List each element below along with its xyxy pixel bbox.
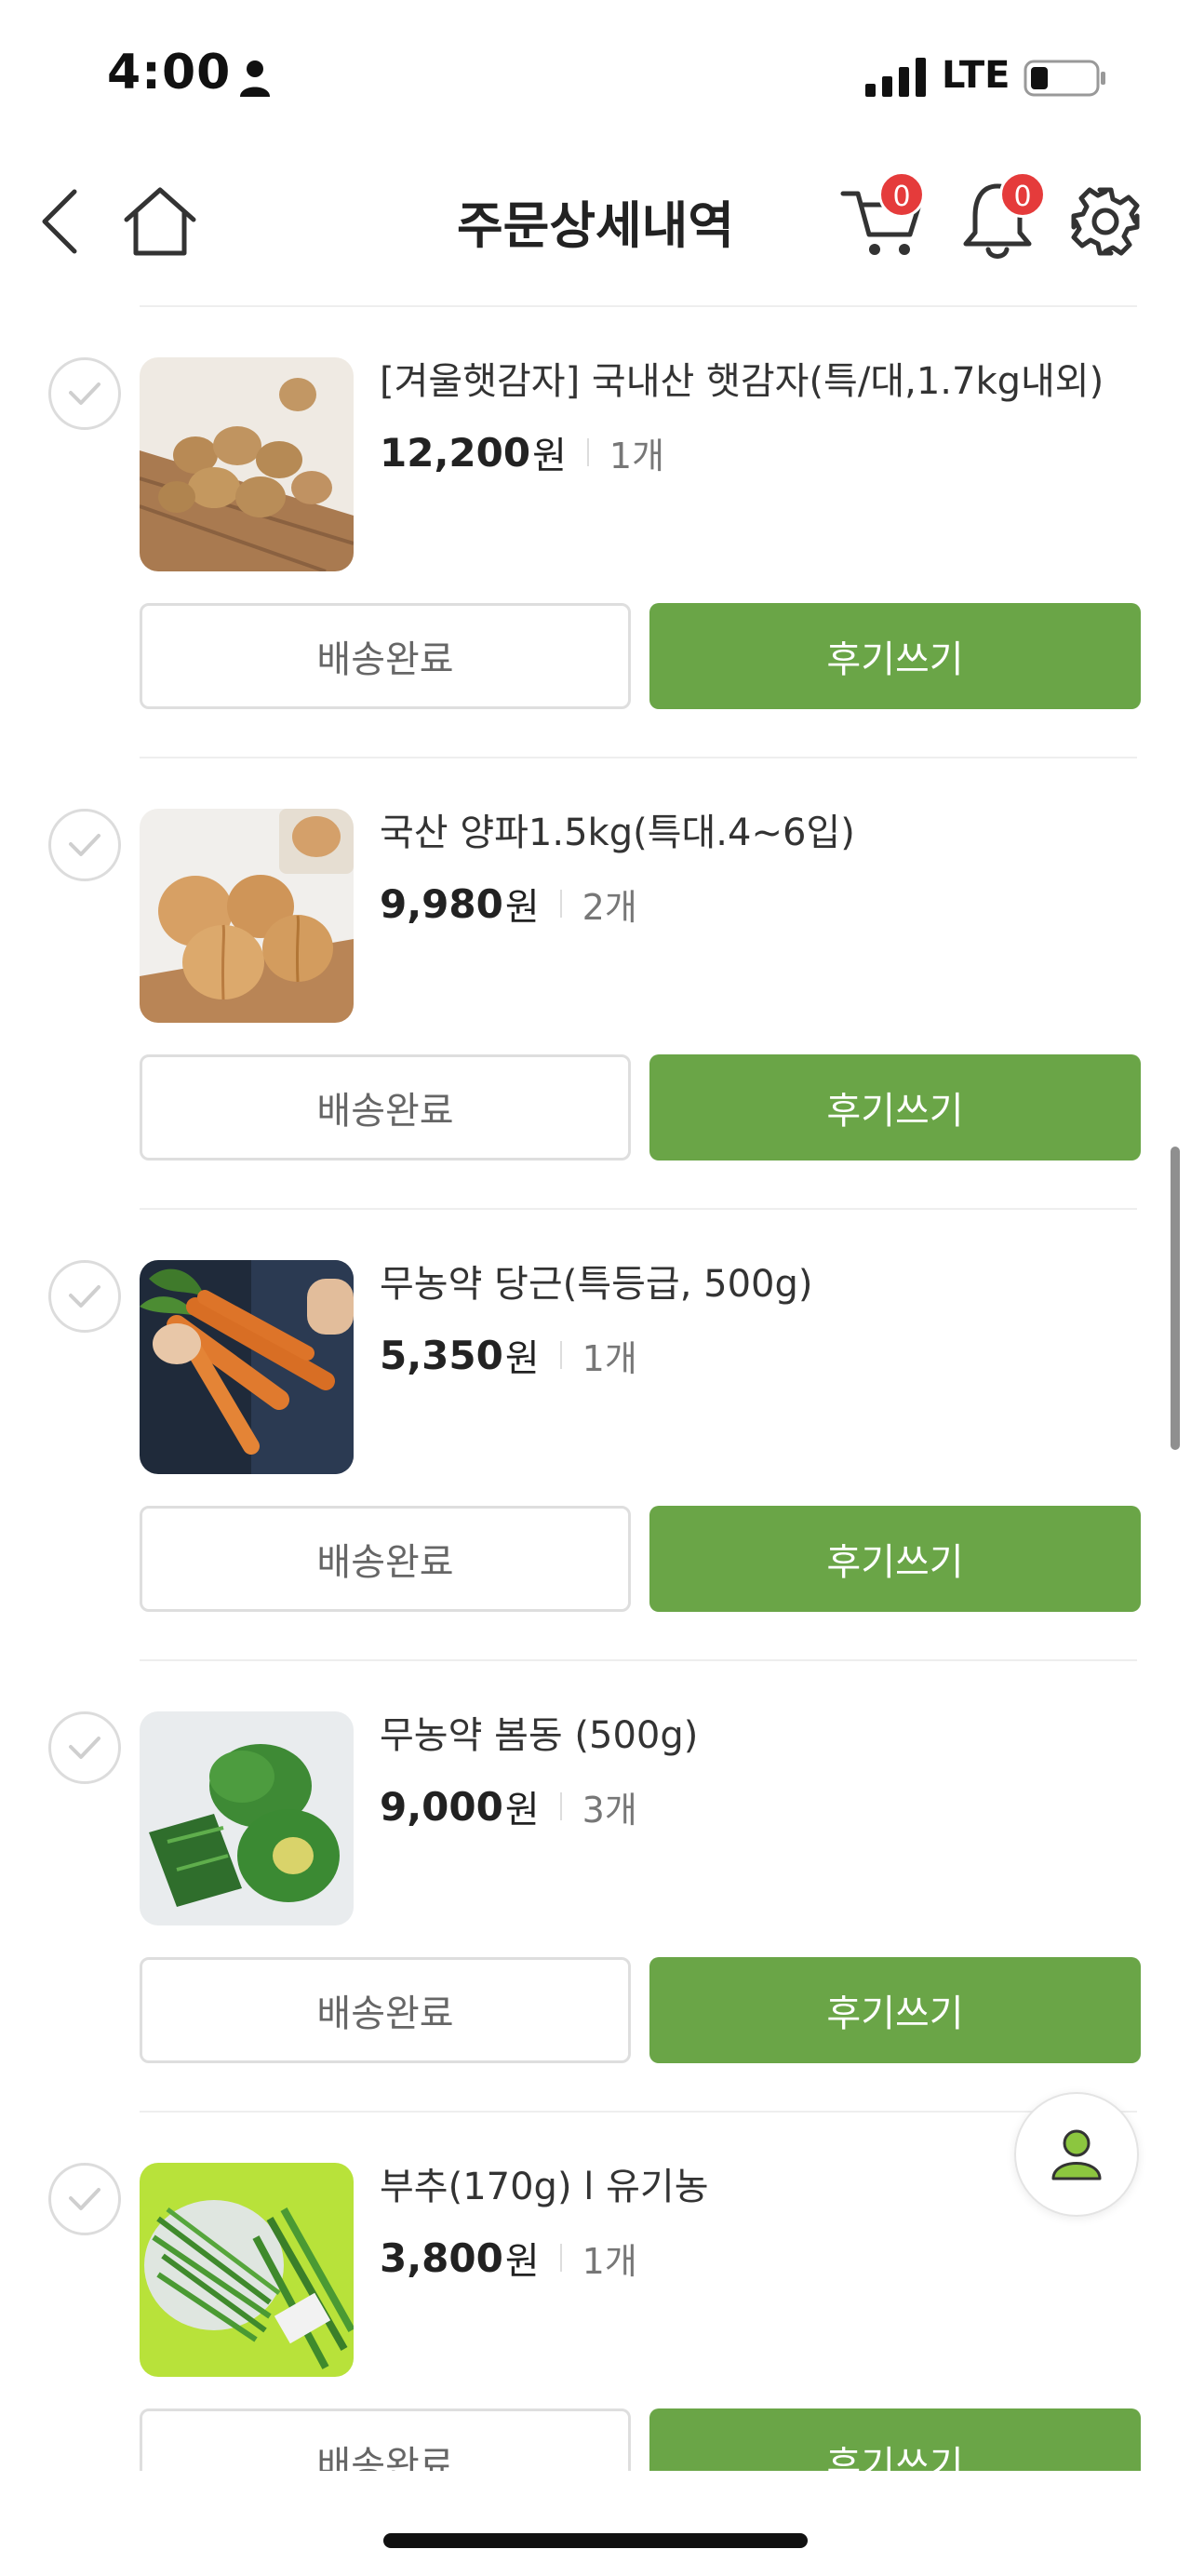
checkmark-icon: [69, 2188, 100, 2210]
item-info: [겨울햇감자] 국내산 햇감자(특/대,1.7kg내외) 12,200 원 1개: [380, 354, 1143, 482]
product-name[interactable]: 국산 양파1.5kg(특대.4~6입): [380, 805, 1143, 861]
network-type: LTE: [942, 54, 1010, 97]
product-price: 9,000: [380, 1783, 503, 1830]
product-price: 9,980: [380, 880, 503, 927]
checkmark-icon: [69, 834, 100, 856]
product-image-onions[interactable]: [140, 809, 354, 1023]
product-quantity: 1개: [582, 1337, 637, 1379]
order-item: [겨울햇감자] 국내산 햇감자(특/대,1.7kg내외) 12,200 원 1개…: [0, 307, 1191, 758]
battery-icon: [1024, 60, 1105, 97]
app-header: 주문상세내역 0 0: [0, 149, 1191, 288]
price-row: 9,000 원 3개: [380, 1777, 1143, 1836]
separator: [559, 890, 562, 918]
price-row: 5,350 원 1개: [380, 1325, 1143, 1385]
order-item-list: [겨울햇감자] 국내산 햇감자(특/대,1.7kg내외) 12,200 원 1개…: [0, 307, 1191, 2471]
checkmark-icon: [69, 1737, 100, 1759]
item-checkbox[interactable]: [48, 809, 121, 881]
product-price: 12,200: [380, 429, 531, 476]
separator: [559, 1341, 562, 1369]
price-row: 3,800 원 1개: [380, 2228, 1143, 2288]
item-info: 무농약 봄동 (500g) 9,000 원 3개: [380, 1708, 1143, 1836]
delivery-status-button[interactable]: 배송완료: [140, 1506, 631, 1612]
notification-count-badge: 0: [999, 171, 1046, 218]
write-review-button[interactable]: 후기쓰기: [649, 1506, 1141, 1612]
delivery-status-button[interactable]: 배송완료: [140, 1957, 631, 2063]
product-name[interactable]: 무농약 봄동 (500g): [380, 1708, 1143, 1764]
product-quantity: 3개: [582, 1789, 637, 1831]
order-item: 부추(170g) l 유기농 3,800 원 1개 배송완료 후기쓰기: [0, 2113, 1191, 2471]
status-time: 4:00: [107, 45, 232, 101]
item-info: 무농약 당근(특등급, 500g) 5,350 원 1개: [380, 1256, 1143, 1385]
checkmark-icon: [69, 1285, 100, 1308]
delivery-status-button[interactable]: 배송완료: [140, 1054, 631, 1161]
write-review-button[interactable]: 후기쓰기: [649, 603, 1141, 709]
separator: [559, 1792, 562, 1820]
product-quantity: 1개: [582, 2240, 637, 2282]
currency-unit: 원: [504, 886, 540, 929]
product-quantity: 1개: [609, 435, 665, 476]
write-review-button[interactable]: 후기쓰기: [649, 1957, 1141, 2063]
write-review-button[interactable]: 후기쓰기: [649, 2408, 1141, 2471]
item-info: 국산 양파1.5kg(특대.4~6입) 9,980 원 2개: [380, 805, 1143, 933]
order-item: 무농약 봄동 (500g) 9,000 원 3개 배송완료 후기쓰기: [0, 1661, 1191, 2113]
item-checkbox[interactable]: [48, 1260, 121, 1333]
separator: [586, 438, 589, 466]
currency-unit: 원: [532, 435, 567, 477]
checkmark-icon: [69, 382, 100, 405]
profile-button[interactable]: [1014, 2092, 1139, 2217]
gear-icon[interactable]: [1070, 186, 1141, 257]
person-icon: [240, 60, 270, 97]
price-row: 12,200 원 1개: [380, 423, 1143, 482]
price-row: 9,980 원 2개: [380, 874, 1143, 933]
cart-count-badge: 0: [878, 171, 925, 218]
person-icon: [1051, 2129, 1102, 2180]
order-item: 무농약 당근(특등급, 500g) 5,350 원 1개 배송완료 후기쓰기: [0, 1210, 1191, 1661]
product-name[interactable]: [겨울햇감자] 국내산 햇감자(특/대,1.7kg내외): [380, 354, 1143, 409]
item-checkbox[interactable]: [48, 2163, 121, 2235]
signal-icon: [865, 58, 926, 97]
product-price: 5,350: [380, 1332, 503, 1378]
product-quantity: 2개: [582, 886, 637, 928]
status-bar: 4:00 LTE: [0, 0, 1191, 140]
scrollbar[interactable]: [1171, 1147, 1180, 1450]
separator: [559, 2244, 562, 2272]
currency-unit: 원: [504, 1337, 540, 1380]
product-price: 3,800: [380, 2234, 503, 2281]
product-image-potatoes[interactable]: [140, 357, 354, 571]
product-image-chives[interactable]: [140, 2163, 354, 2377]
delivery-status-button[interactable]: 배송완료: [140, 2408, 631, 2471]
product-name[interactable]: 무농약 당근(특등급, 500g): [380, 1256, 1143, 1312]
item-checkbox[interactable]: [48, 1711, 121, 1784]
product-image-spring-cabbage[interactable]: [140, 1711, 354, 1925]
item-checkbox[interactable]: [48, 357, 121, 430]
home-indicator[interactable]: [383, 2533, 808, 2548]
currency-unit: 원: [504, 1789, 540, 1831]
delivery-status-button[interactable]: 배송완료: [140, 603, 631, 709]
product-image-carrots[interactable]: [140, 1260, 354, 1474]
write-review-button[interactable]: 후기쓰기: [649, 1054, 1141, 1161]
currency-unit: 원: [504, 2240, 540, 2283]
order-item: 국산 양파1.5kg(특대.4~6입) 9,980 원 2개 배송완료 후기쓰기: [0, 758, 1191, 1210]
